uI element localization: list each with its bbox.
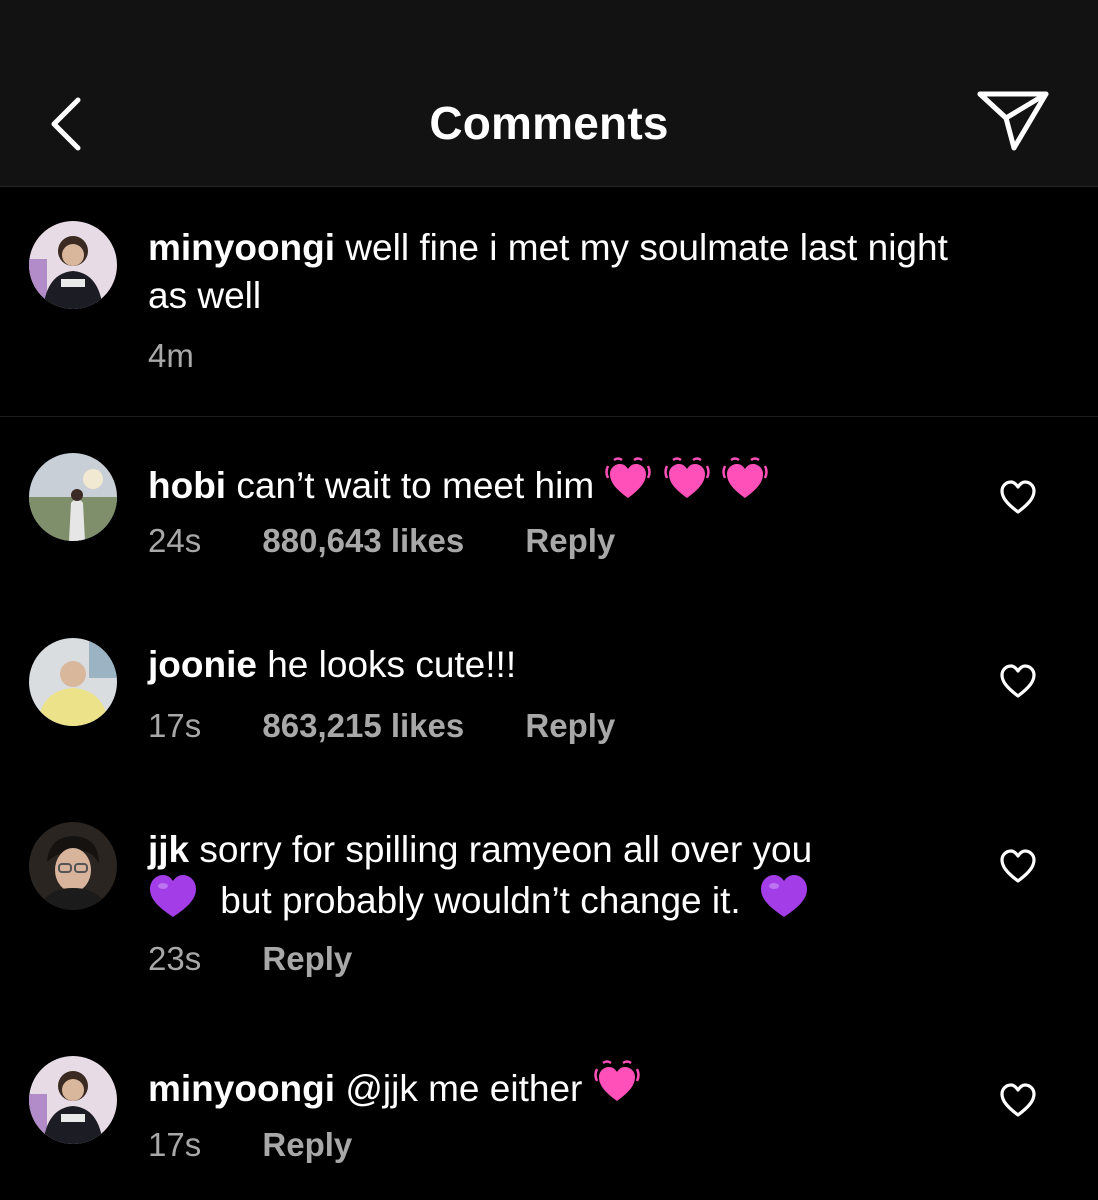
avatar[interactable] [29,453,117,541]
comment-username[interactable]: hobi [148,465,226,506]
comment-username[interactable]: joonie [148,644,257,685]
pink-vibrating-heart-icon [721,456,769,516]
comment-likes[interactable]: 880,643 likes [262,522,464,560]
pink-vibrating-heart-icon [663,456,711,516]
comment-text: minyoongi @jjk me either [148,1059,641,1119]
comment-meta: 23s Reply [148,940,352,978]
reply-button[interactable]: Reply [262,1126,352,1164]
comment-username[interactable]: minyoongi [148,1068,335,1109]
comment-time: 17s [148,1126,202,1163]
post-caption: minyoongi well fine i met my soulmate la… [0,187,1098,417]
comment-meta: 24s 880,643 likes Reply [148,522,615,560]
heart-outline-icon[interactable] [998,478,1038,516]
pink-vibrating-heart-icon [593,1059,641,1119]
comment-body-line2: but probably wouldn’t change it. [220,880,741,921]
heart-outline-icon[interactable] [998,1081,1038,1119]
comment-likes[interactable]: 863,215 likes [262,707,464,745]
avatar[interactable] [29,221,117,309]
comment-body: he looks cute!!! [267,644,517,685]
reply-button[interactable]: Reply [525,707,615,745]
comment-text: joonie he looks cute!!! [148,641,516,689]
reply-button[interactable]: Reply [525,522,615,560]
comment-body: @jjk me either [345,1068,583,1109]
purple-heart-icon [759,873,809,931]
avatar[interactable] [29,822,117,910]
comment-text: hobi can’t wait to meet him [148,456,769,516]
heart-outline-icon[interactable] [998,847,1038,885]
comment-text-line2: as well [148,275,262,316]
comment-time: 17s [148,707,202,744]
comment-text: but probably wouldn’t change it. [148,873,809,931]
reply-button[interactable]: Reply [262,940,352,978]
comment-meta: 17s 863,215 likes Reply [148,707,615,745]
comment-meta: 17s Reply [148,1126,352,1164]
comment-text-line1: well fine i met my soulmate last night [345,227,948,268]
comment-time: 24s [148,522,202,559]
avatar[interactable] [29,1056,117,1144]
heart-outline-icon[interactable] [998,662,1038,700]
comment-body-line1: sorry for spilling ramyeon all over you [199,829,813,870]
comment-username[interactable]: minyoongi [148,227,335,268]
comment-time: 23s [148,940,202,977]
comment-text: jjk sorry for spilling ramyeon all over … [148,826,1008,874]
header-bar: Comments [0,0,1098,187]
pink-vibrating-heart-icon [604,456,652,516]
page-title: Comments [429,97,669,149]
caption-text: minyoongi well fine i met my soulmate la… [148,224,1068,320]
purple-heart-icon [148,873,198,931]
comment-time: 4m [148,337,194,374]
avatar[interactable] [29,638,117,726]
comment-body: can’t wait to meet him [236,465,595,506]
comment-username[interactable]: jjk [148,829,189,870]
paper-plane-icon[interactable] [972,88,1052,154]
comment-meta: 4m [148,337,194,375]
